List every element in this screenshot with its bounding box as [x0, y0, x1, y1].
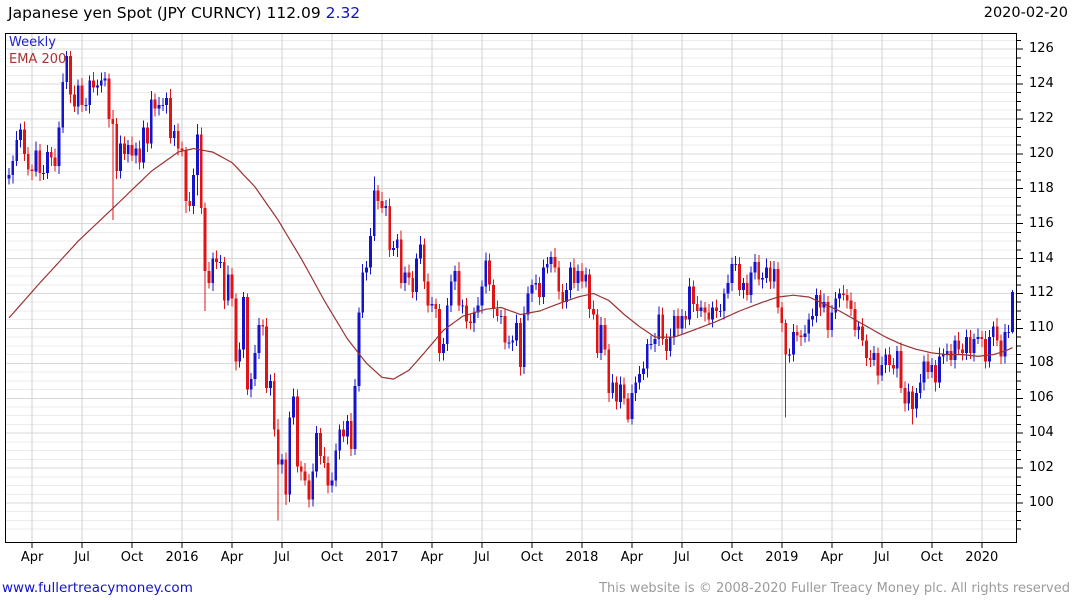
x-axis-label: Jul — [74, 550, 90, 565]
y-axis-label: 112 — [1029, 285, 1054, 301]
x-axis-label: Jul — [873, 550, 890, 565]
y-axis-label: 104 — [1029, 425, 1054, 441]
timeframe-label: Weekly — [9, 35, 56, 50]
x-axis-label: Apr — [620, 550, 644, 565]
x-axis-label: Jul — [474, 550, 490, 565]
chart-date: 2020-02-20 — [983, 5, 1068, 21]
candlestick-svg[interactable] — [5, 33, 1023, 548]
chart-title: Japanese yen Spot (JPY CURNCY) 112.09 2.… — [8, 4, 360, 22]
y-axis-label: 110 — [1029, 320, 1054, 336]
x-axis-label: Apr — [420, 550, 444, 565]
x-axis-label: Oct — [920, 550, 944, 565]
y-axis-label: 122 — [1029, 110, 1054, 126]
copyright-text: This website is © 2008-2020 Fuller Treac… — [599, 580, 1070, 596]
x-axis-label: 2020 — [965, 550, 999, 565]
y-axis-label: 102 — [1029, 460, 1054, 476]
chart-page: Japanese yen Spot (JPY CURNCY) 112.09 2.… — [0, 0, 1075, 600]
candles — [7, 50, 1014, 521]
website-link[interactable]: www.fullertreacymoney.com — [2, 580, 193, 596]
ema-line — [8, 147, 1013, 380]
x-axis-label: Jul — [274, 550, 290, 565]
x-axis-label: 2018 — [565, 550, 599, 565]
y-axis-label: 118 — [1029, 180, 1054, 196]
x-axis-label: Apr — [20, 550, 44, 565]
y-axis-label: 124 — [1029, 75, 1054, 91]
ema-label: EMA 200 — [9, 52, 67, 67]
x-axis-label: Oct — [120, 550, 144, 565]
y-axis-label: 106 — [1029, 390, 1054, 406]
y-axis-label: 126 — [1029, 41, 1054, 57]
x-axis-label: Apr — [220, 550, 244, 565]
x-axis-label: 2019 — [765, 550, 799, 565]
y-axis-label: 114 — [1029, 250, 1054, 266]
footer: www.fullertreacymoney.com This website i… — [2, 578, 1070, 598]
x-axis-label: 2017 — [365, 550, 399, 565]
x-axis-label: Oct — [320, 550, 344, 565]
price-chart[interactable] — [5, 33, 1023, 548]
y-axis-label: 108 — [1029, 355, 1054, 371]
y-axis-label: 120 — [1029, 145, 1054, 161]
gridlines — [5, 33, 1017, 543]
x-axis-label: Jul — [674, 550, 690, 565]
x-axis-label: 2016 — [165, 550, 199, 565]
instrument-and-price: Japanese yen Spot (JPY CURNCY) 112.09 — [8, 4, 321, 22]
y-axis-label: 100 — [1029, 495, 1054, 511]
x-axis-label: Apr — [820, 550, 844, 565]
y-axis-label: 116 — [1029, 215, 1054, 231]
title-bar: Japanese yen Spot (JPY CURNCY) 112.09 2.… — [0, 0, 1075, 30]
x-axis-label: Oct — [720, 550, 744, 565]
price-change: 2.32 — [325, 4, 361, 22]
x-axis-label: Oct — [520, 550, 544, 565]
